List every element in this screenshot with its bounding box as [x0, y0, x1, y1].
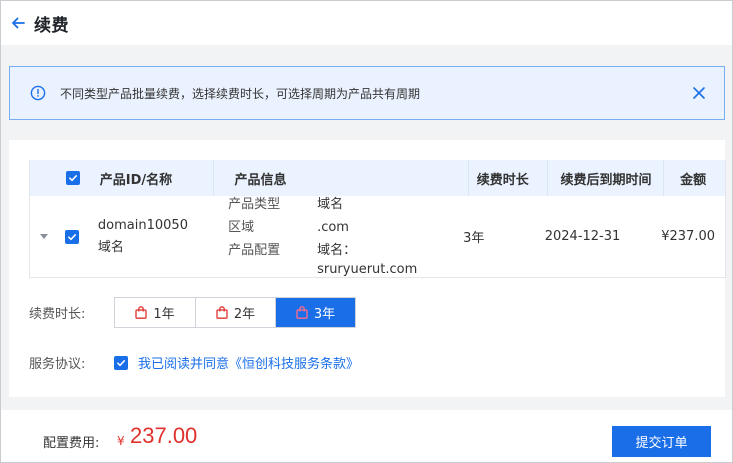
shopping-bag-icon: [135, 306, 148, 319]
expand-arrow-icon[interactable]: [39, 234, 48, 239]
fee-label: 配置费用:: [43, 436, 100, 451]
info-value-config: 域名：sruryuerut.com: [317, 242, 418, 277]
page-header: 续费: [1, 1, 732, 45]
fee-currency: ¥: [117, 434, 125, 448]
info-value-type: 域名: [317, 196, 344, 212]
duration-option-2y[interactable]: 2年: [195, 298, 275, 327]
fee-amount: 237.00: [130, 423, 198, 448]
order-footer: 配置费用: ¥ 237.00 提交订单: [1, 410, 732, 462]
info-value-region: .com: [317, 219, 349, 235]
row-duration: 3年: [463, 231, 485, 246]
renew-duration-label: 续费时长:: [29, 307, 86, 322]
submit-order-button[interactable]: 提交订单: [612, 426, 711, 457]
duration-option-1y[interactable]: 1年: [115, 298, 195, 327]
info-circle-icon: [30, 85, 46, 101]
product-name: 域名: [97, 239, 124, 255]
agreement-checkbox[interactable]: [114, 355, 128, 370]
arrow-left-icon[interactable]: [10, 15, 26, 31]
shopping-bag-icon: [296, 306, 308, 319]
agreement-label: 服务协议:: [29, 357, 86, 372]
page-title: 续费: [34, 15, 69, 36]
product-id-name: domain10050 域名: [98, 215, 188, 259]
column-header-expire: 续费后到期时间: [547, 160, 663, 196]
row-amount: ¥237.00: [661, 229, 715, 244]
renew-duration-selector: 1年 2年 3年: [114, 297, 356, 328]
select-all-checkbox[interactable]: [65, 171, 80, 185]
column-header-id: 产品ID/名称: [99, 172, 173, 188]
column-header-info: 产品信息: [213, 160, 467, 196]
close-icon[interactable]: [692, 86, 706, 100]
info-label-region: 区域: [228, 219, 255, 235]
column-header-duration: 续费时长: [467, 160, 548, 196]
column-header-amount: 金额: [663, 160, 725, 196]
info-label-config: 产品配置: [228, 242, 281, 258]
terms-link[interactable]: 我已阅读并同意《恒创科技服务条款》: [138, 353, 359, 372]
shopping-bag-icon: [216, 306, 228, 319]
table-header: 产品ID/名称 产品信息 续费时长 续费后到期时间 金额: [30, 160, 725, 196]
info-notice: 不同类型产品批量续费，选择续费时长，可选择周期为产品共有周期: [9, 66, 725, 120]
notice-text: 不同类型产品批量续费，选择续费时长，可选择周期为产品共有周期: [60, 86, 421, 101]
agreement-row: 服务协议: 我已阅读并同意《恒创科技服务条款》: [29, 353, 359, 372]
row-checkbox[interactable]: [65, 229, 80, 244]
product-table: 产品ID/名称 产品信息 续费时长 续费后到期时间 金额 domain10050…: [29, 160, 726, 278]
table-row: domain10050 域名 产品类型 域名 区域 .com 产品配置 域名：s…: [30, 196, 725, 277]
renew-duration-row: 续费时长: 1年 2年 3年: [29, 297, 356, 328]
info-label-type: 产品类型: [228, 196, 281, 212]
order-card: 产品ID/名称 产品信息 续费时长 续费后到期时间 金额 domain10050…: [9, 140, 726, 397]
product-info: 产品类型 域名 区域 .com 产品配置 域名：sruryuerut.com: [228, 195, 455, 279]
row-expire-date: 2024-12-31: [544, 229, 621, 244]
product-id: domain10050: [97, 217, 188, 233]
renewal-page: 续费 不同类型产品批量续费，选择续费时长，可选择周期为产品共有周期 产品ID/名…: [0, 0, 733, 463]
duration-option-3y[interactable]: 3年: [275, 298, 355, 327]
